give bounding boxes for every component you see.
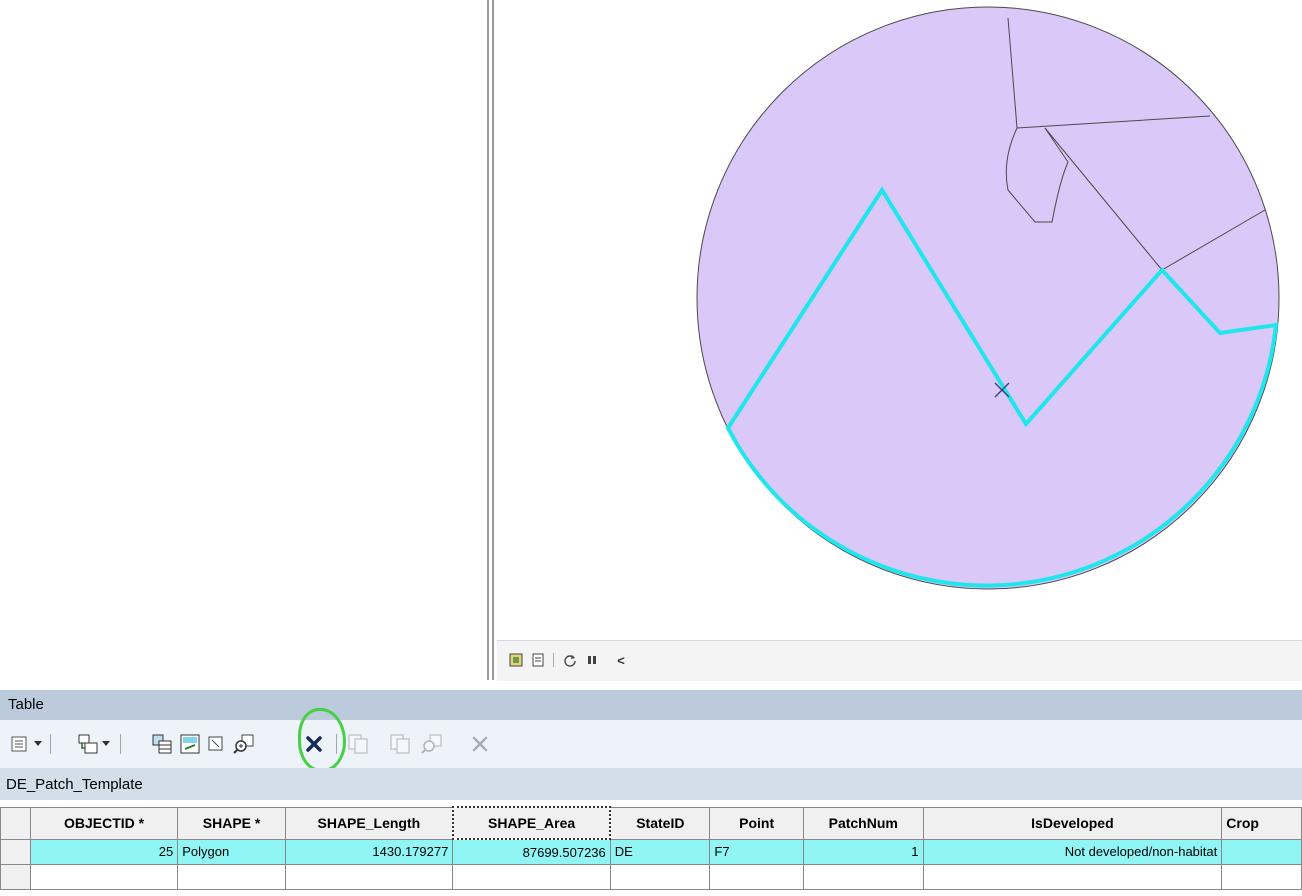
- table-cell[interactable]: DE: [609, 838, 711, 865]
- column-header[interactable]: OBJECTID *: [29, 806, 179, 840]
- table-cell[interactable]: [452, 864, 611, 890]
- related-tables-icon[interactable]: [76, 732, 100, 756]
- table-row[interactable]: 25 Polygon 1430.179277 87699.507236 DE F…: [0, 838, 1302, 865]
- row-header-corner[interactable]: [0, 806, 31, 840]
- table-cell[interactable]: [709, 864, 804, 890]
- table-cell[interactable]: Polygon: [177, 838, 286, 865]
- layout-view-icon[interactable]: [507, 651, 525, 669]
- map-statusbar: <: [497, 640, 1302, 681]
- splitter-line: [492, 0, 494, 680]
- table-options-icon[interactable]: [8, 732, 32, 756]
- switch-selection-icon[interactable]: [178, 732, 202, 756]
- paste-icon[interactable]: [388, 732, 412, 756]
- table-window-title: Table: [0, 690, 1302, 720]
- table-cell[interactable]: [922, 864, 1223, 890]
- table-cell[interactable]: [177, 864, 286, 890]
- highlight-annotation: [298, 708, 346, 772]
- splitter-line: [487, 0, 489, 680]
- table-header-row: OBJECTID * SHAPE * SHAPE_Length SHAPE_Ar…: [0, 806, 1302, 840]
- table-cell[interactable]: 87699.507236: [452, 838, 611, 865]
- table-cell[interactable]: F7: [709, 838, 804, 865]
- statusbar-separator: [553, 653, 554, 667]
- table-toolbar: [0, 720, 1302, 768]
- refresh-icon[interactable]: [561, 651, 579, 669]
- table-row-new[interactable]: [0, 864, 1302, 890]
- table-cell[interactable]: [284, 864, 454, 890]
- table-cell[interactable]: [1221, 838, 1302, 865]
- column-header[interactable]: IsDeveloped: [922, 806, 1223, 840]
- pane-splitter[interactable]: [485, 0, 497, 680]
- table-cell[interactable]: [609, 864, 711, 890]
- map-canvas[interactable]: [497, 0, 1302, 640]
- table-cell[interactable]: 1430.179277: [284, 838, 454, 865]
- table-of-contents-pane: [0, 0, 485, 680]
- toolbar-separator: [120, 734, 121, 754]
- column-header[interactable]: SHAPE *: [177, 806, 286, 840]
- table-cell[interactable]: 1: [802, 838, 924, 865]
- column-header[interactable]: PatchNum: [802, 806, 924, 840]
- scroll-left-button[interactable]: <: [613, 651, 629, 669]
- column-header[interactable]: Point: [709, 806, 804, 840]
- column-header[interactable]: SHAPE_Area: [451, 806, 612, 840]
- chevron-down-icon[interactable]: [98, 732, 114, 756]
- map-view[interactable]: [497, 0, 1302, 640]
- data-view-icon[interactable]: [529, 651, 547, 669]
- table-cell[interactable]: 25: [29, 838, 179, 865]
- row-selector[interactable]: [0, 864, 31, 890]
- table-cell[interactable]: [1221, 864, 1302, 890]
- column-header[interactable]: StateID: [609, 806, 711, 840]
- table-tab[interactable]: DE_Patch_Template: [0, 768, 1302, 800]
- chevron-down-icon[interactable]: [30, 732, 46, 756]
- column-header[interactable]: SHAPE_Length: [284, 806, 454, 840]
- clear-selection-icon[interactable]: [204, 732, 228, 756]
- column-header[interactable]: Crop: [1221, 806, 1302, 840]
- zoom-to-selected-icon[interactable]: [232, 732, 256, 756]
- pause-icon[interactable]: [583, 651, 601, 669]
- zoom-icon[interactable]: [420, 732, 444, 756]
- select-by-attributes-icon[interactable]: [150, 732, 174, 756]
- toolbar-separator: [50, 734, 51, 754]
- attribute-table: OBJECTID * SHAPE * SHAPE_Length SHAPE_Ar…: [0, 806, 1302, 896]
- delete-icon[interactable]: [468, 732, 492, 756]
- table-cell[interactable]: [802, 864, 924, 890]
- copy-selected-icon[interactable]: [346, 732, 370, 756]
- table-cell[interactable]: Not developed/non-habitat: [922, 838, 1223, 865]
- row-selector[interactable]: [0, 838, 31, 865]
- table-cell[interactable]: [29, 864, 179, 890]
